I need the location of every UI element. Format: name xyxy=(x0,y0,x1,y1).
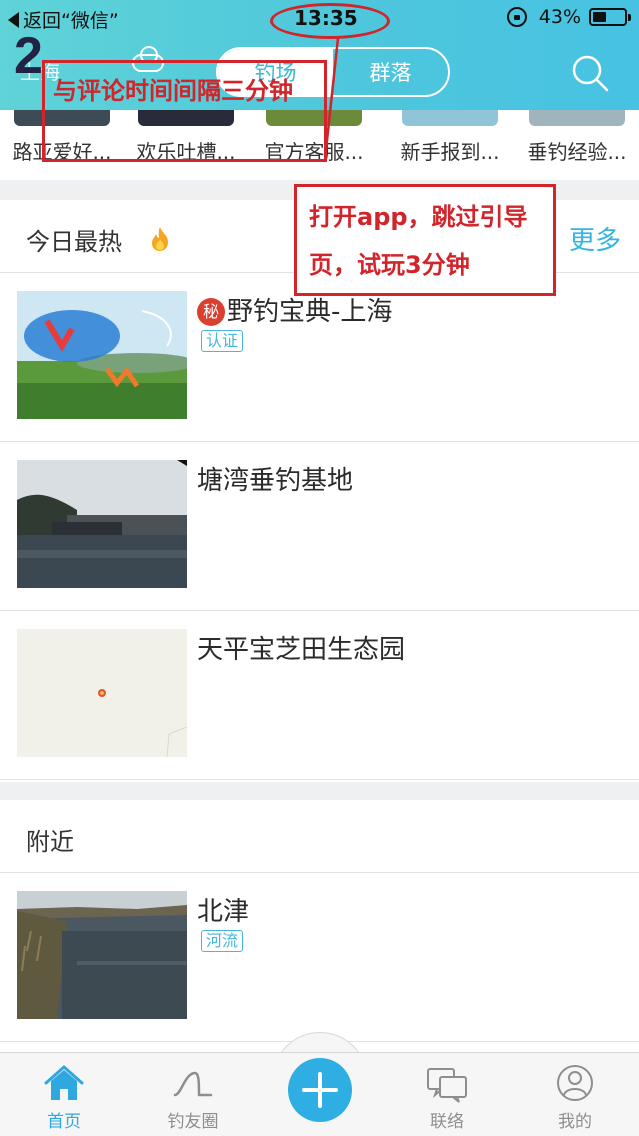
more-link[interactable]: 更多 xyxy=(569,220,621,257)
spot-title-text: 野钓宝典-上海 xyxy=(227,297,393,327)
annotation-note-interval: 与评论时间间隔三分钟 xyxy=(42,60,327,162)
tab-me[interactable]: 我的 xyxy=(520,1053,630,1136)
circle-thumb xyxy=(529,110,625,126)
spot-row[interactable]: 秘野钓宝典-上海 认证 xyxy=(0,273,639,442)
fire-icon xyxy=(152,227,168,251)
river-tag: 河流 xyxy=(201,930,244,952)
annotation-time-highlight xyxy=(270,3,390,39)
section-title: 附近 xyxy=(26,828,74,856)
tab-contacts[interactable]: 联络 xyxy=(392,1053,502,1136)
spot-title: 天平宝芝田生态园 xyxy=(197,635,406,665)
annotation-step-number: 2 xyxy=(14,27,43,85)
tab-groups[interactable]: 群落 xyxy=(333,49,448,95)
battery-fill xyxy=(593,12,606,22)
spot-row[interactable]: 天平宝芝田生态园 xyxy=(0,611,639,780)
battery-percent: 43% xyxy=(538,6,581,28)
friends-circle-icon xyxy=(173,1071,213,1097)
secret-badge: 秘 xyxy=(197,298,225,326)
tab-friends-circle[interactable]: 钓友圈 xyxy=(138,1053,248,1136)
circle-item[interactable]: 垂钓经验... xyxy=(515,110,639,165)
nearby-section: 附近 北津 河流 xyxy=(0,800,639,1052)
tab-label: 钓友圈 xyxy=(167,1112,219,1132)
verified-tag: 认证 xyxy=(201,330,244,352)
status-indicators: 43% xyxy=(506,6,631,28)
spot-title: 秘野钓宝典-上海 xyxy=(197,291,392,328)
tab-label: 联络 xyxy=(430,1112,464,1132)
spot-row[interactable]: 塘湾垂钓基地 xyxy=(0,442,639,611)
spot-title: 北津 xyxy=(197,897,250,927)
battery-icon xyxy=(589,8,631,26)
tab-label: 我的 xyxy=(558,1112,592,1132)
tab-home[interactable]: 首页 xyxy=(9,1053,119,1136)
section-title: 今日最热 xyxy=(26,228,122,256)
section-header: 附近 xyxy=(0,800,639,873)
profile-icon xyxy=(557,1065,593,1101)
spot-row[interactable]: 北津 河流 xyxy=(0,873,639,1042)
annotation-note-trial: 打开app，跳过引导页，试玩3分钟 xyxy=(294,184,556,296)
spot-thumbnail xyxy=(17,460,187,588)
spot-thumbnail xyxy=(17,291,187,419)
tab-label: 首页 xyxy=(47,1112,81,1132)
add-post-button[interactable] xyxy=(288,1058,352,1122)
spot-thumbnail xyxy=(17,891,187,1019)
circle-label: 新手报到... xyxy=(400,140,500,164)
spot-thumbnail xyxy=(17,629,187,757)
search-icon[interactable] xyxy=(570,53,610,93)
circle-thumb xyxy=(402,110,498,126)
rotation-lock-icon xyxy=(506,7,527,27)
chat-icon xyxy=(427,1068,467,1103)
spot-title: 塘湾垂钓基地 xyxy=(197,466,354,496)
home-icon xyxy=(44,1065,84,1100)
circle-label: 垂钓经验... xyxy=(527,140,627,164)
circle-item[interactable]: 新手报到... xyxy=(388,110,512,165)
